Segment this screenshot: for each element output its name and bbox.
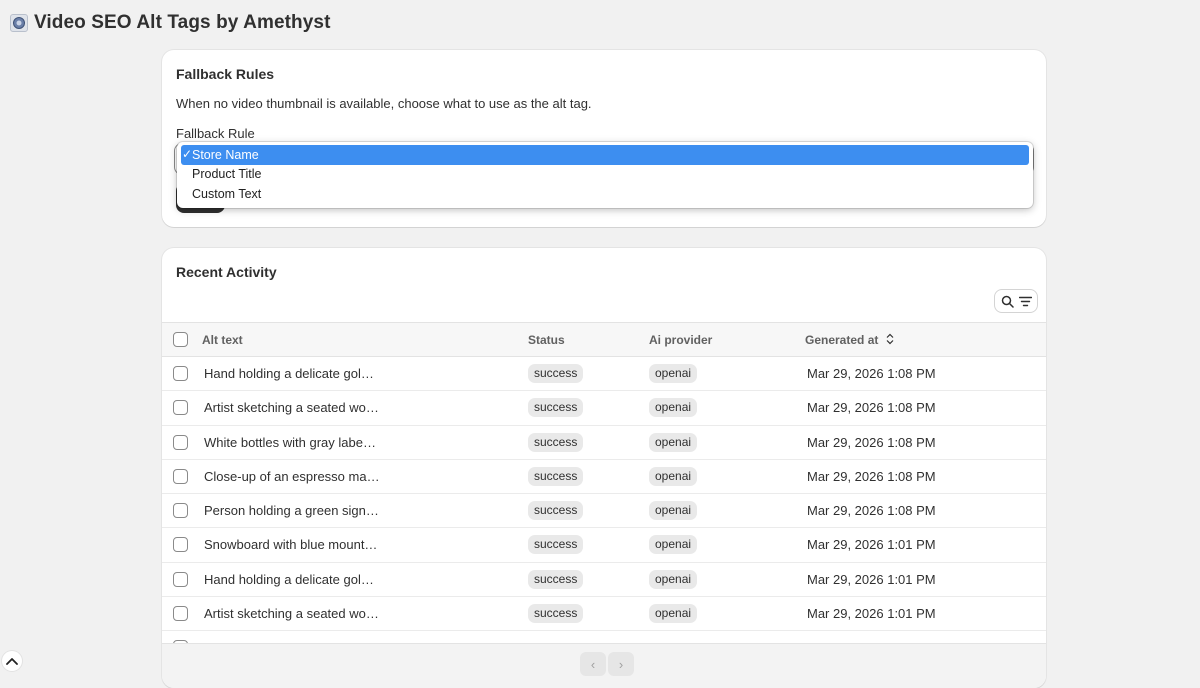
recent-activity-card: Recent Activity Alt text Status Ai provi… xyxy=(162,248,1046,688)
column-label: Generated at xyxy=(805,333,879,347)
status-badge: success xyxy=(528,535,584,555)
table-row[interactable]: Artist sketching a seated wo… success op… xyxy=(162,391,1046,426)
row-checkbox[interactable] xyxy=(173,571,188,587)
column-alt-text[interactable]: Alt text xyxy=(202,333,243,347)
generated-at-cell: Mar 29, 2026 1:01 PM xyxy=(807,606,936,622)
generated-at-cell: Mar 29, 2026 1:01 PM xyxy=(807,571,936,587)
option-label: Custom Text xyxy=(192,186,262,201)
fallback-rules-title: Fallback Rules xyxy=(176,66,275,82)
next-page-button[interactable]: › xyxy=(608,652,634,676)
column-status[interactable]: Status xyxy=(528,333,565,347)
provider-badge: openai xyxy=(649,569,698,589)
sort-icon[interactable] xyxy=(886,333,894,348)
row-checkbox[interactable] xyxy=(173,366,188,381)
table-row[interactable]: Hand holding a delicate gol… success ope… xyxy=(162,562,1046,598)
provider-badge: openai xyxy=(649,466,698,486)
previous-page-button[interactable]: ‹ xyxy=(580,652,606,676)
row-checkbox[interactable] xyxy=(173,400,188,416)
scroll-to-top-button[interactable] xyxy=(2,651,22,671)
search-filter-button[interactable] xyxy=(994,289,1038,313)
row-checkbox[interactable] xyxy=(173,537,188,553)
provider-badge: openai xyxy=(649,398,698,418)
option-custom-text[interactable]: Custom Text xyxy=(181,184,1029,204)
provider-badge: openai xyxy=(649,432,698,452)
option-product-title[interactable]: Product Title xyxy=(181,165,1029,185)
generated-at-cell: Mar 29, 2026 1:08 PM xyxy=(807,366,936,381)
generated-at-cell: Mar 29, 2026 1:08 PM xyxy=(807,468,936,484)
table-row[interactable]: Hand holding a delicate gol… success ope… xyxy=(162,357,1046,392)
alt-text-cell: White bottles with gray labe… xyxy=(204,434,376,450)
table-header: Alt text Status Ai provider Generated at xyxy=(162,322,1046,357)
provider-badge: openai xyxy=(649,604,698,624)
select-all-checkbox[interactable] xyxy=(173,332,188,347)
option-label: Store Name xyxy=(192,147,259,162)
status-badge: success xyxy=(528,432,584,452)
status-badge: success xyxy=(528,501,584,521)
column-ai-provider[interactable]: Ai provider xyxy=(649,333,712,347)
recent-activity-title: Recent Activity xyxy=(176,264,277,280)
alt-text-cell: Close-up of an espresso ma… xyxy=(204,468,380,484)
status-badge: success xyxy=(528,569,584,589)
table-row[interactable]: Artist sketching a seated wo… success op… xyxy=(162,597,1046,632)
status-badge: success xyxy=(528,466,584,486)
status-badge: success xyxy=(528,604,584,624)
fallback-description: When no video thumbnail is available, ch… xyxy=(176,96,592,111)
fallback-rule-label: Fallback Rule xyxy=(176,126,255,141)
row-checkbox[interactable] xyxy=(173,434,188,450)
alt-text-cell: Hand holding a delicate gol… xyxy=(204,366,374,381)
row-checkbox[interactable] xyxy=(173,468,188,484)
option-label: Product Title xyxy=(192,167,262,182)
app-title: Video SEO Alt Tags by Amethyst xyxy=(34,12,331,33)
pagination: ‹ › xyxy=(162,643,1046,688)
checkmark-icon: ✓ xyxy=(182,147,193,161)
generated-at-cell: Mar 29, 2026 1:08 PM xyxy=(807,503,936,519)
table-row[interactable]: Person holding a green sign… success ope… xyxy=(162,494,1046,529)
app-header: Video SEO Alt Tags by Amethyst xyxy=(10,12,331,34)
generated-at-cell: Mar 29, 2026 1:08 PM xyxy=(807,400,936,416)
provider-badge: openai xyxy=(649,364,698,383)
alt-text-cell: Artist sketching a seated wo… xyxy=(204,606,379,622)
row-checkbox[interactable] xyxy=(173,606,188,622)
generated-at-cell: Mar 29, 2026 1:01 PM xyxy=(807,537,936,553)
generated-at-cell: Mar 29, 2026 1:08 PM xyxy=(807,434,936,450)
provider-badge: openai xyxy=(649,501,698,521)
activity-table: Alt text Status Ai provider Generated at… xyxy=(162,322,1046,666)
status-badge: success xyxy=(528,364,584,383)
chevron-up-icon xyxy=(6,652,18,670)
alt-text-cell: Snowboard with blue mount… xyxy=(204,537,378,553)
table-row[interactable]: Snowboard with blue mount… success opena… xyxy=(162,528,1046,563)
provider-badge: openai xyxy=(649,535,698,555)
option-store-name[interactable]: ✓ Store Name xyxy=(181,145,1029,165)
row-checkbox[interactable] xyxy=(173,503,188,519)
filter-icon[interactable] xyxy=(1017,293,1033,309)
fallback-rule-dropdown[interactable]: ✓ Store Name Product Title Custom Text xyxy=(177,142,1033,208)
status-badge: success xyxy=(528,398,584,418)
alt-text-cell: Person holding a green sign… xyxy=(204,503,379,519)
table-row[interactable]: White bottles with gray labe… success op… xyxy=(162,425,1046,460)
alt-text-cell: Hand holding a delicate gol… xyxy=(204,571,374,587)
table-row[interactable]: Close-up of an espresso ma… success open… xyxy=(162,459,1046,495)
alt-text-cell: Artist sketching a seated wo… xyxy=(204,400,379,416)
column-generated-at[interactable]: Generated at xyxy=(805,333,894,348)
app-logo-icon xyxy=(10,14,28,32)
search-icon[interactable] xyxy=(999,293,1015,309)
